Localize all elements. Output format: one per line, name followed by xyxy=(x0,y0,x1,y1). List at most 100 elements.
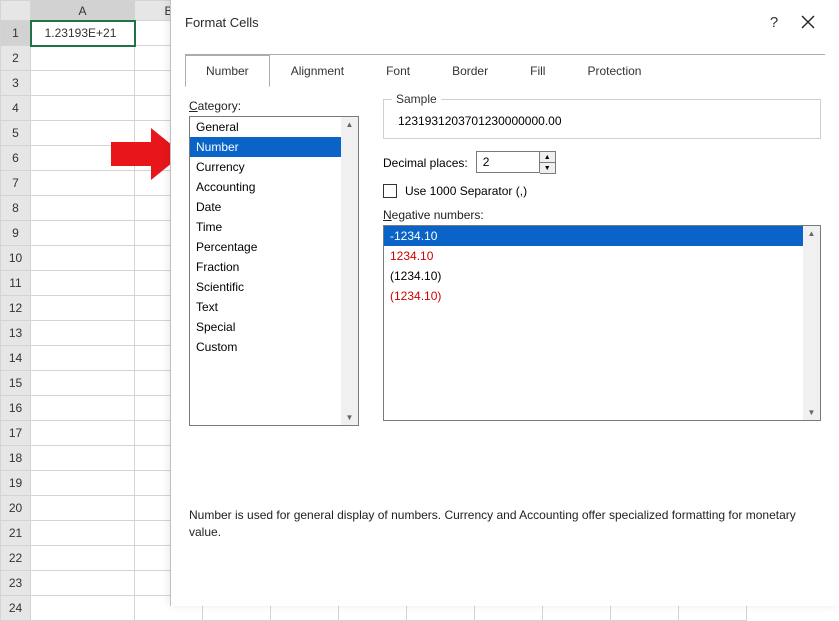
sample-value: 1231931203701230000000.00 xyxy=(396,114,808,128)
row-header-11[interactable]: 11 xyxy=(1,271,31,296)
row-header-2[interactable]: 2 xyxy=(1,46,31,71)
negative-option-2[interactable]: (1234.10) xyxy=(384,266,820,286)
tab-font[interactable]: Font xyxy=(365,55,431,87)
cell-A8[interactable] xyxy=(31,196,135,221)
scroll-down-icon[interactable]: ▼ xyxy=(808,405,816,420)
row-header-6[interactable]: 6 xyxy=(1,146,31,171)
sample-group: Sample 1231931203701230000000.00 xyxy=(383,99,821,139)
scroll-up-icon[interactable]: ▲ xyxy=(808,226,816,241)
decimal-places-input[interactable] xyxy=(476,151,540,173)
cell-A17[interactable] xyxy=(31,421,135,446)
use-separator-label: Use 1000 Separator (,) xyxy=(405,184,527,198)
cell-A19[interactable] xyxy=(31,471,135,496)
decimal-places-spinner[interactable]: ▲ ▼ xyxy=(476,151,556,174)
row-header-4[interactable]: 4 xyxy=(1,96,31,121)
category-item-custom[interactable]: Custom xyxy=(190,337,358,357)
tab-fill[interactable]: Fill xyxy=(509,55,566,87)
row-header-15[interactable]: 15 xyxy=(1,371,31,396)
cell-A2[interactable] xyxy=(31,46,135,71)
dialog-body: Category: GeneralNumberCurrencyAccountin… xyxy=(171,87,839,611)
row-header-20[interactable]: 20 xyxy=(1,496,31,521)
cell-A9[interactable] xyxy=(31,221,135,246)
spinner-up-icon[interactable]: ▲ xyxy=(540,152,555,163)
category-description: Number is used for general display of nu… xyxy=(189,507,821,541)
negative-option-1[interactable]: 1234.10 xyxy=(384,246,820,266)
row-header-19[interactable]: 19 xyxy=(1,471,31,496)
row-header-7[interactable]: 7 xyxy=(1,171,31,196)
tab-protection[interactable]: Protection xyxy=(566,55,662,87)
cell-A12[interactable] xyxy=(31,296,135,321)
help-button[interactable]: ? xyxy=(757,7,791,37)
category-item-text[interactable]: Text xyxy=(190,297,358,317)
col-header-A[interactable]: A xyxy=(31,1,135,21)
use-separator-checkbox[interactable] xyxy=(383,184,397,198)
cell-A22[interactable] xyxy=(31,546,135,571)
category-item-number[interactable]: Number xyxy=(190,137,358,157)
select-all-corner[interactable] xyxy=(1,1,31,21)
row-header-3[interactable]: 3 xyxy=(1,71,31,96)
row-header-24[interactable]: 24 xyxy=(1,596,31,621)
row-header-21[interactable]: 21 xyxy=(1,521,31,546)
row-header-10[interactable]: 10 xyxy=(1,246,31,271)
cell-A7[interactable] xyxy=(31,171,135,196)
row-header-1[interactable]: 1 xyxy=(1,21,31,46)
category-item-special[interactable]: Special xyxy=(190,317,358,337)
cell-A1[interactable]: 1.23193E+21 xyxy=(31,21,135,46)
cell-A23[interactable] xyxy=(31,571,135,596)
cell-A5[interactable] xyxy=(31,121,135,146)
negative-numbers-listbox[interactable]: -1234.101234.10(1234.10)(1234.10) ▲ ▼ xyxy=(383,225,821,421)
cell-A18[interactable] xyxy=(31,446,135,471)
scroll-down-icon[interactable]: ▼ xyxy=(346,410,354,425)
row-header-16[interactable]: 16 xyxy=(1,396,31,421)
negative-option-0[interactable]: -1234.10 xyxy=(384,226,820,246)
category-item-currency[interactable]: Currency xyxy=(190,157,358,177)
row-header-22[interactable]: 22 xyxy=(1,546,31,571)
cell-A10[interactable] xyxy=(31,246,135,271)
cell-A13[interactable] xyxy=(31,321,135,346)
tab-number[interactable]: Number xyxy=(185,55,270,87)
category-scrollbar[interactable]: ▲ ▼ xyxy=(341,117,358,425)
tab-alignment[interactable]: Alignment xyxy=(270,55,365,87)
category-item-fraction[interactable]: Fraction xyxy=(190,257,358,277)
row-header-14[interactable]: 14 xyxy=(1,346,31,371)
sample-label: Sample xyxy=(392,92,441,106)
cell-A21[interactable] xyxy=(31,521,135,546)
cell-A16[interactable] xyxy=(31,396,135,421)
spinner-down-icon[interactable]: ▼ xyxy=(540,163,555,173)
category-item-general[interactable]: General xyxy=(190,117,358,137)
category-item-date[interactable]: Date xyxy=(190,197,358,217)
scroll-up-icon[interactable]: ▲ xyxy=(346,117,354,132)
negative-numbers-label: Negative numbers: xyxy=(383,208,821,222)
row-header-9[interactable]: 9 xyxy=(1,221,31,246)
category-item-accounting[interactable]: Accounting xyxy=(190,177,358,197)
row-header-8[interactable]: 8 xyxy=(1,196,31,221)
close-button[interactable] xyxy=(791,7,825,37)
row-header-23[interactable]: 23 xyxy=(1,571,31,596)
row-header-13[interactable]: 13 xyxy=(1,321,31,346)
dialog-tabs: Number Alignment Font Border Fill Protec… xyxy=(171,54,839,87)
cell-A15[interactable] xyxy=(31,371,135,396)
row-header-12[interactable]: 12 xyxy=(1,296,31,321)
category-item-scientific[interactable]: Scientific xyxy=(190,277,358,297)
cell-A3[interactable] xyxy=(31,71,135,96)
dialog-title: Format Cells xyxy=(185,15,757,30)
negative-scrollbar[interactable]: ▲ ▼ xyxy=(803,226,820,420)
cell-A6[interactable] xyxy=(31,146,135,171)
row-header-18[interactable]: 18 xyxy=(1,446,31,471)
category-item-time[interactable]: Time xyxy=(190,217,358,237)
category-item-percentage[interactable]: Percentage xyxy=(190,237,358,257)
category-listbox[interactable]: GeneralNumberCurrencyAccountingDateTimeP… xyxy=(189,116,359,426)
cell-A11[interactable] xyxy=(31,271,135,296)
row-header-17[interactable]: 17 xyxy=(1,421,31,446)
negative-option-3[interactable]: (1234.10) xyxy=(384,286,820,306)
category-label: Category: xyxy=(189,99,359,113)
close-icon xyxy=(801,15,815,29)
cell-A20[interactable] xyxy=(31,496,135,521)
cell-A14[interactable] xyxy=(31,346,135,371)
format-cells-dialog: Format Cells ? Number Alignment Font Bor… xyxy=(170,0,839,606)
decimal-places-label: Decimal places: xyxy=(383,156,468,170)
cell-A4[interactable] xyxy=(31,96,135,121)
row-header-5[interactable]: 5 xyxy=(1,121,31,146)
cell-A24[interactable] xyxy=(31,596,135,621)
tab-border[interactable]: Border xyxy=(431,55,509,87)
